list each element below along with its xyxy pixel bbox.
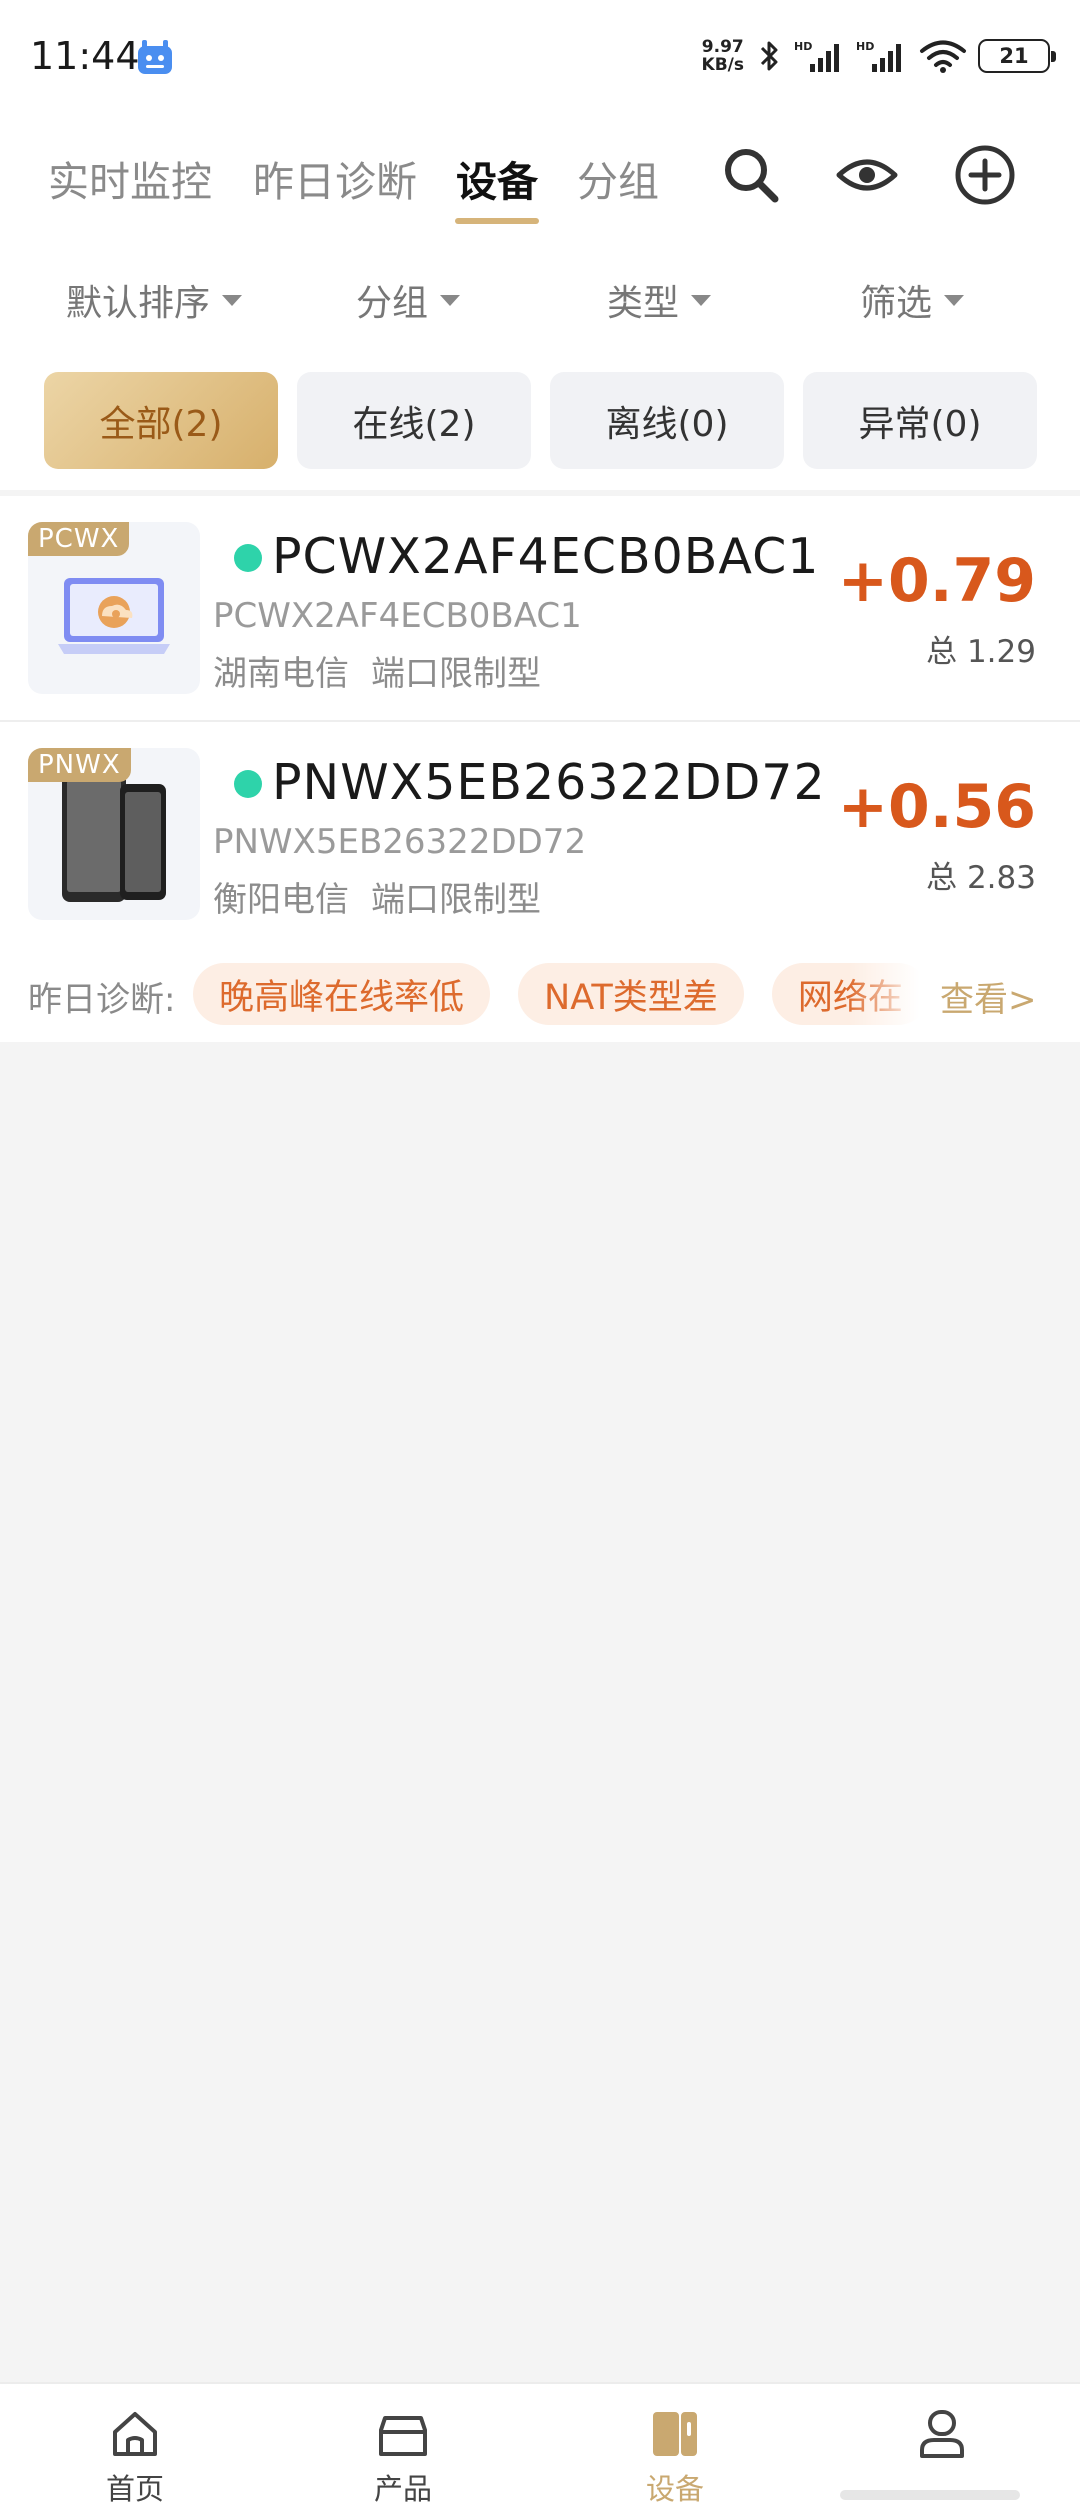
diagnosis-chips: 晚高峰在线率低 NAT类型差 网络在 [193, 952, 920, 1036]
device-earnings: +0.79 [837, 546, 1036, 616]
filter-dropdown-label: 筛选 [860, 283, 933, 324]
battery-icon: 21 [978, 39, 1056, 73]
add-icon[interactable] [950, 140, 1020, 210]
device-name: PNWX5EB26322DD72 [272, 754, 826, 811]
svg-text:HD: HD [794, 40, 812, 53]
active-tab-indicator [455, 218, 539, 224]
nav-products[interactable]: 产品 [323, 2406, 483, 2516]
caret-down-icon [691, 294, 712, 306]
device-network-info: 衡阳电信 端口限制型 [213, 872, 541, 921]
app-notification-icon [138, 40, 172, 74]
diagnosis-row: 昨日诊断: 晚高峰在线率低 NAT类型差 网络在 查看> [0, 952, 1080, 1036]
wifi-icon [920, 40, 966, 73]
device-name: PCWX2AF4ECB0BAC1 [272, 528, 820, 585]
group-dropdown-label: 分组 [356, 283, 429, 324]
device-total: 总 2.83 [926, 860, 1036, 896]
device-type-tag: PNWX [28, 748, 131, 782]
nav-home-label: 首页 [105, 2472, 164, 2506]
caret-down-icon [944, 294, 965, 306]
device-isp: 湖南电信 [213, 654, 349, 694]
status-time: 11:44 [30, 34, 140, 78]
group-dropdown[interactable]: 分组 [356, 270, 461, 330]
hd-signal-icon: HD [794, 40, 839, 72]
caret-down-icon [222, 294, 243, 306]
sort-dropdown[interactable]: 默认排序 [66, 270, 243, 330]
network-speed: 9.97 KB/s [702, 38, 744, 74]
device-thumbnail: PNWX [28, 748, 200, 920]
device-thumbnail: PCWX [28, 522, 200, 694]
tab-realtime-monitor[interactable]: 实时监控 [48, 148, 212, 208]
status-bar: 11:44 9.97 KB/s HD HD 21 [0, 0, 1080, 112]
type-dropdown-label: 类型 [607, 283, 680, 324]
product-box-icon [379, 2416, 427, 2456]
search-icon[interactable] [716, 140, 786, 210]
segment-all[interactable]: 全部(2) [44, 372, 278, 469]
filter-dropdown[interactable]: 筛选 [860, 270, 965, 330]
eye-icon[interactable] [832, 140, 902, 210]
svg-text:HD: HD [856, 40, 874, 53]
device-total: 总 1.29 [926, 634, 1036, 670]
status-icons: 9.97 KB/s HD HD 21 [702, 34, 1056, 78]
online-status-dot [234, 770, 262, 798]
home-icon [113, 2412, 157, 2456]
segment-abnormal[interactable]: 异常(0) [803, 372, 1037, 469]
device-id: PCWX2AF4ECB0BAC1 [213, 596, 582, 636]
nav-devices-label: 设备 [645, 2472, 704, 2506]
device-icon [653, 2412, 697, 2456]
tab-yesterday-diagnosis[interactable]: 昨日诊断 [253, 148, 417, 208]
caret-down-icon [440, 294, 461, 306]
diagnosis-chip[interactable]: 晚高峰在线率低 [193, 963, 491, 1025]
device-network-info: 湖南电信 端口限制型 [213, 646, 541, 695]
sort-dropdown-label: 默认排序 [66, 283, 211, 324]
hd-signal-icon: HD [856, 40, 901, 72]
segment-offline[interactable]: 离线(0) [550, 372, 784, 469]
tab-devices[interactable]: 设备 [456, 148, 538, 208]
device-id: PNWX5EB26322DD72 [213, 822, 587, 862]
nav-home[interactable]: 首页 [55, 2406, 215, 2516]
home-indicator [840, 2490, 1020, 2500]
status-segments: 全部(2) 在线(2) 离线(0) 异常(0) [0, 372, 1080, 469]
segment-online[interactable]: 在线(2) [297, 372, 531, 469]
device-card[interactable]: PCWX PCWX2AF4ECB0BAC1 PCWX2AF4ECB0BAC1 湖… [0, 496, 1080, 722]
user-icon [920, 2410, 964, 2458]
device-earnings: +0.56 [837, 772, 1036, 842]
device-card[interactable]: PNWX PNWX5EB26322DD72 PNWX5EB26322DD72 衡… [0, 722, 1080, 944]
type-dropdown[interactable]: 类型 [607, 270, 712, 330]
diagnosis-chip[interactable]: NAT类型差 [518, 963, 744, 1025]
network-speed-value: 9.97 [701, 37, 744, 57]
filter-bar: 默认排序 分组 类型 筛选 [0, 270, 1080, 330]
nav-devices[interactable]: 设备 [595, 2406, 755, 2516]
device-type-tag: PCWX [28, 522, 130, 556]
device-nat-type: 端口限制型 [371, 654, 541, 694]
online-status-dot [234, 544, 262, 572]
device-list: PCWX PCWX2AF4ECB0BAC1 PCWX2AF4ECB0BAC1 湖… [0, 496, 1080, 1042]
nav-products-label: 产品 [373, 2472, 432, 2506]
diagnosis-label: 昨日诊断: [28, 980, 176, 1020]
chips-fade-overlay [848, 952, 920, 1036]
device-isp: 衡阳电信 [213, 880, 349, 920]
device-nat-type: 端口限制型 [371, 880, 541, 920]
tab-groups[interactable]: 分组 [577, 148, 659, 208]
bluetooth-icon [760, 41, 778, 71]
view-more-link[interactable]: 查看> [940, 972, 1037, 1021]
top-tab-bar: 实时监控 昨日诊断 设备 分组 [0, 140, 1080, 230]
network-speed-unit: KB/s [701, 55, 744, 75]
battery-level: 21 [999, 44, 1029, 68]
